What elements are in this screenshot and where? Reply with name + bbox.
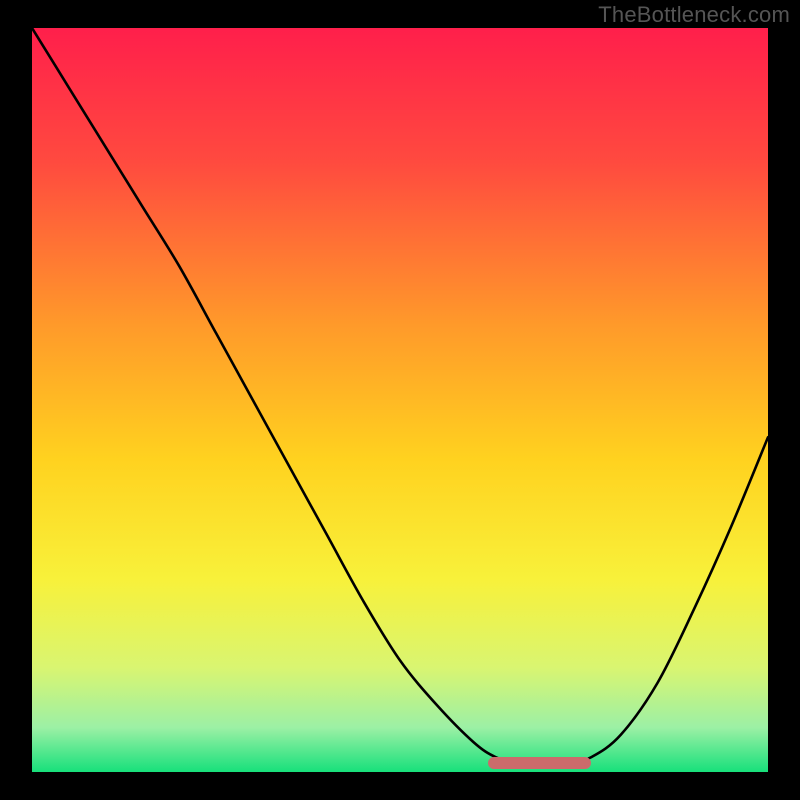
watermark-text: TheBottleneck.com xyxy=(598,2,790,28)
chart-background-gradient xyxy=(32,28,768,772)
optimal-range-marker xyxy=(488,757,591,769)
chart-frame xyxy=(32,28,768,772)
